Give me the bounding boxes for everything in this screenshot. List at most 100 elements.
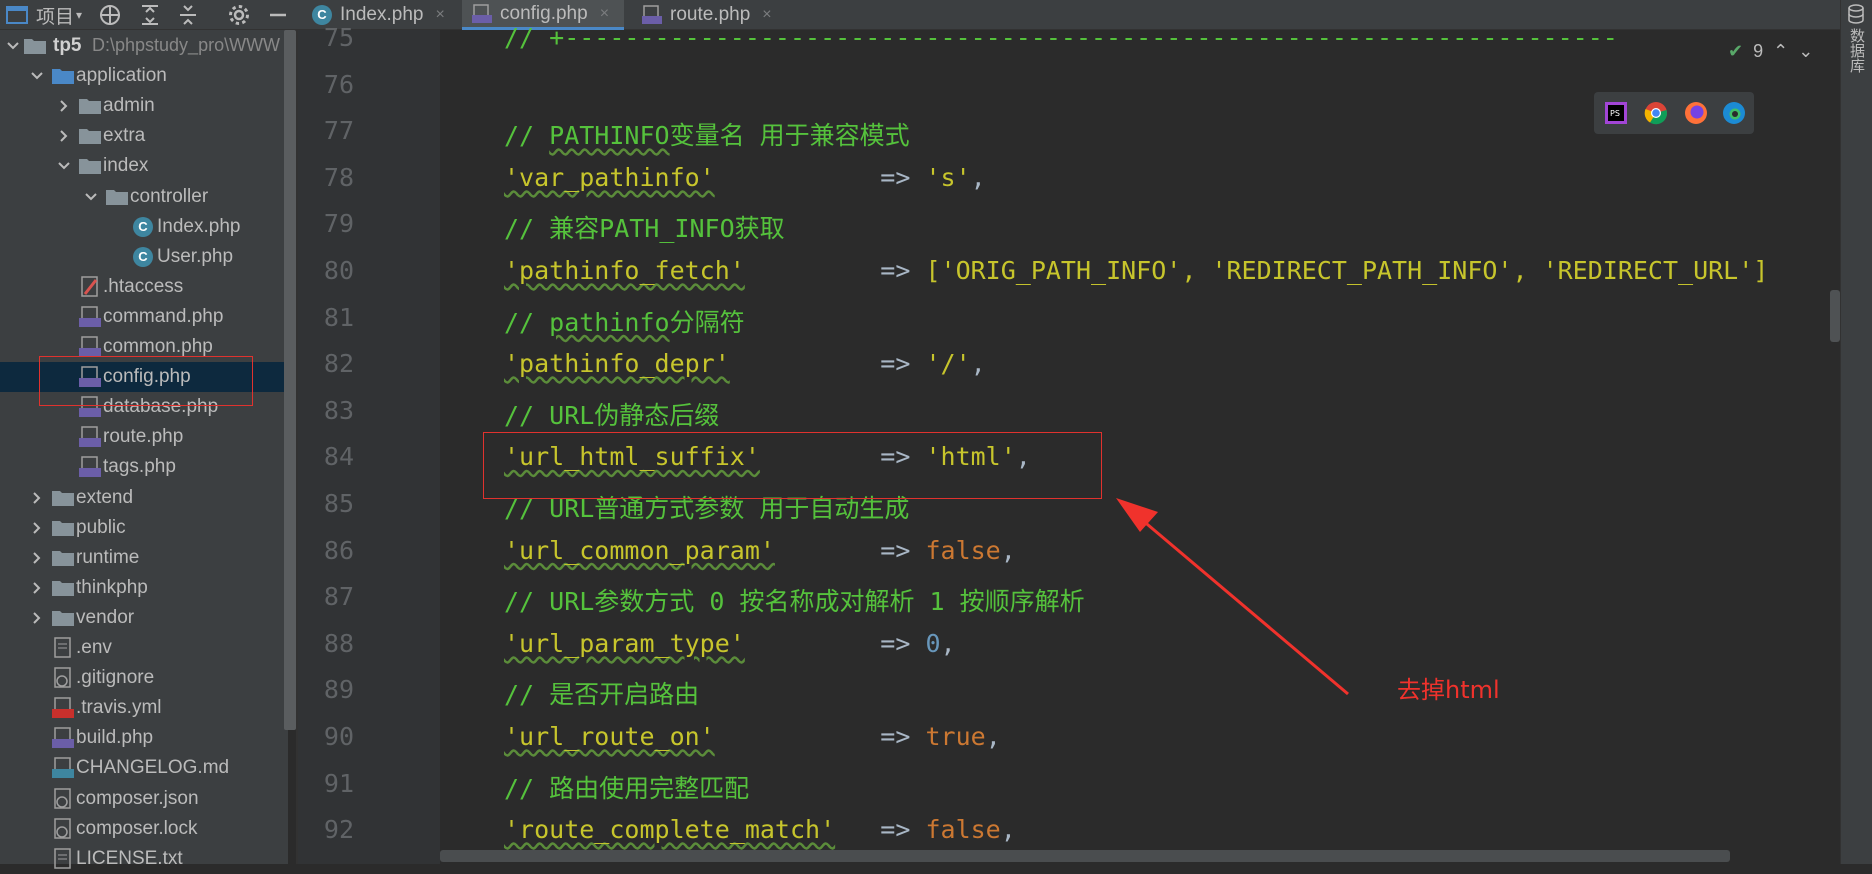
project-view-selector[interactable]: 项目 ▾ <box>6 0 82 30</box>
next-highlight-icon[interactable]: ⌄ <box>1798 41 1813 62</box>
minimize-icon[interactable] <box>266 3 290 27</box>
tree-item[interactable]: C User.php <box>0 242 288 272</box>
code-line[interactable]: 'pathinfo_depr' => '/', <box>504 349 986 378</box>
editor-horizontal-scrollbar[interactable] <box>440 850 1730 862</box>
code-tail: , <box>970 162 986 192</box>
tree-item-label: User.php <box>157 245 234 267</box>
chevron-right-icon[interactable] <box>30 611 44 625</box>
code-padding <box>730 349 881 378</box>
code-line[interactable]: 'url_common_param' => false, <box>504 536 1016 565</box>
tree-item[interactable]: application <box>0 61 288 91</box>
chevron-right-icon[interactable] <box>30 581 44 595</box>
tree-item[interactable]: LICENSE.txt <box>0 844 288 874</box>
tree-item[interactable]: .gitignore <box>0 663 288 693</box>
tree-item-label: runtime <box>76 546 140 568</box>
line-number: 87 <box>323 582 354 612</box>
folder-icon <box>24 39 46 54</box>
project-root-name: tp5 <box>53 35 82 56</box>
markdown-file-icon <box>52 757 74 779</box>
chrome-icon[interactable] <box>1644 101 1668 125</box>
code-line[interactable]: // 是否开启路由 <box>504 675 699 711</box>
code-comment-rest: 变量名 用于兼容模式 <box>669 121 910 151</box>
tree-item[interactable]: thinkphp <box>0 573 288 603</box>
tree-item[interactable]: composer.lock <box>0 814 288 844</box>
tree-item[interactable]: index <box>0 151 288 181</box>
tree-item[interactable]: extend <box>0 483 288 513</box>
php-file-icon <box>79 426 101 448</box>
phpstorm-icon[interactable]: PS <box>1604 101 1628 125</box>
gear-icon[interactable] <box>227 3 251 27</box>
previous-highlight-icon[interactable]: ⌃ <box>1773 41 1788 62</box>
gitignore-file-icon <box>54 667 71 688</box>
line-number: 88 <box>323 628 354 658</box>
tree-item-label: application <box>76 65 167 87</box>
tree-item[interactable]: route.php <box>0 422 288 452</box>
chevron-down-icon[interactable] <box>57 159 71 173</box>
editor-vertical-scrollbar[interactable] <box>1830 290 1840 342</box>
tree-item[interactable]: command.php <box>0 302 288 332</box>
tree-item[interactable]: .env <box>0 633 288 663</box>
collapse-all-icon[interactable] <box>176 3 200 27</box>
arrow-operator: => <box>880 628 911 658</box>
tree-item[interactable]: tags.php <box>0 452 288 482</box>
tree-item[interactable]: public <box>0 513 288 543</box>
arrow-operator: => <box>880 722 911 751</box>
tree-item[interactable]: .htaccess <box>0 272 288 302</box>
tree-item[interactable]: runtime <box>0 543 288 573</box>
code-line[interactable]: // pathinfo分隔符 <box>504 303 745 339</box>
chevron-down-icon[interactable] <box>84 190 98 204</box>
htaccess-file-icon <box>81 276 98 297</box>
database-icon[interactable] <box>1847 4 1865 24</box>
highlight-box-config <box>39 356 253 406</box>
php-file-icon <box>79 306 101 327</box>
close-icon[interactable]: × <box>600 5 609 23</box>
config-key: 'pathinfo_depr' <box>504 349 730 379</box>
tree-item[interactable]: composer.json <box>0 784 288 814</box>
tree-item[interactable]: controller <box>0 182 288 212</box>
chevron-right-icon[interactable] <box>30 491 44 505</box>
code-line[interactable]: // 兼容PATH_INFO获取 <box>504 209 785 245</box>
edge-icon[interactable] <box>1722 101 1746 125</box>
code-comment: // 兼容PATH_INFO获取 <box>504 214 785 244</box>
code-tail: , <box>1000 535 1016 565</box>
chevron-right-icon[interactable] <box>57 129 71 143</box>
code-line[interactable]: // 路由使用完整匹配 <box>504 769 749 805</box>
chevron-right-icon[interactable] <box>57 99 71 113</box>
chevron-right-icon[interactable] <box>30 551 44 565</box>
tree-item[interactable]: .travis.yml <box>0 693 288 723</box>
database-tool-tab[interactable]: 数据库 <box>1846 28 1868 73</box>
code-line[interactable]: 'var_pathinfo' => 's', <box>504 163 986 192</box>
sidebar-scrollbar[interactable] <box>284 30 296 730</box>
expand-all-icon[interactable] <box>138 3 162 27</box>
folder-icon <box>79 129 101 145</box>
close-icon[interactable]: × <box>762 6 771 24</box>
code-line[interactable]: 'pathinfo_fetch' => ['ORIG_PATH_INFO', '… <box>504 256 1768 285</box>
code-line[interactable]: 'url_param_type' => 0, <box>504 629 956 658</box>
chevron-down-icon[interactable] <box>6 39 20 53</box>
firefox-icon[interactable] <box>1684 101 1708 125</box>
tree-item[interactable]: CHANGELOG.md <box>0 753 288 783</box>
code-line[interactable]: // URL伪静态后缀 <box>504 396 719 432</box>
chevron-down-icon[interactable] <box>30 69 44 83</box>
close-icon[interactable]: × <box>435 6 444 24</box>
inspection-widget[interactable]: ✔ 9 ⌃ ⌄ <box>1728 36 1813 66</box>
code-line[interactable]: 'url_route_on' => true, <box>504 722 1001 751</box>
tree-item-root[interactable]: tp5 D:\phpstudy_pro\WWW <box>0 31 288 61</box>
code-line[interactable]: // PATHINFO变量名 用于兼容模式 <box>504 116 910 152</box>
folder-icon <box>79 159 101 175</box>
code-line[interactable]: // URL参数方式 0 按名称成对解析 1 按顺序解析 <box>504 582 1085 618</box>
tree-item[interactable]: vendor <box>0 603 288 633</box>
tree-item[interactable]: admin <box>0 91 288 121</box>
locate-target-icon[interactable] <box>98 3 122 27</box>
tree-item[interactable]: C Index.php <box>0 212 288 242</box>
code-line[interactable]: 'route_complete_match' => false, <box>504 815 1016 844</box>
code-line[interactable]: // +------------------------------------… <box>504 23 1618 52</box>
tree-item[interactable]: build.php <box>0 723 288 753</box>
tree-item-label: Index.php <box>157 215 241 237</box>
svg-text:PS: PS <box>1610 109 1620 118</box>
chevron-right-icon[interactable] <box>30 521 44 535</box>
tree-item[interactable]: extra <box>0 121 288 151</box>
config-value: 0 <box>925 628 941 658</box>
code-tail: , <box>940 628 956 658</box>
config-key: 'var_pathinfo' <box>504 162 715 192</box>
